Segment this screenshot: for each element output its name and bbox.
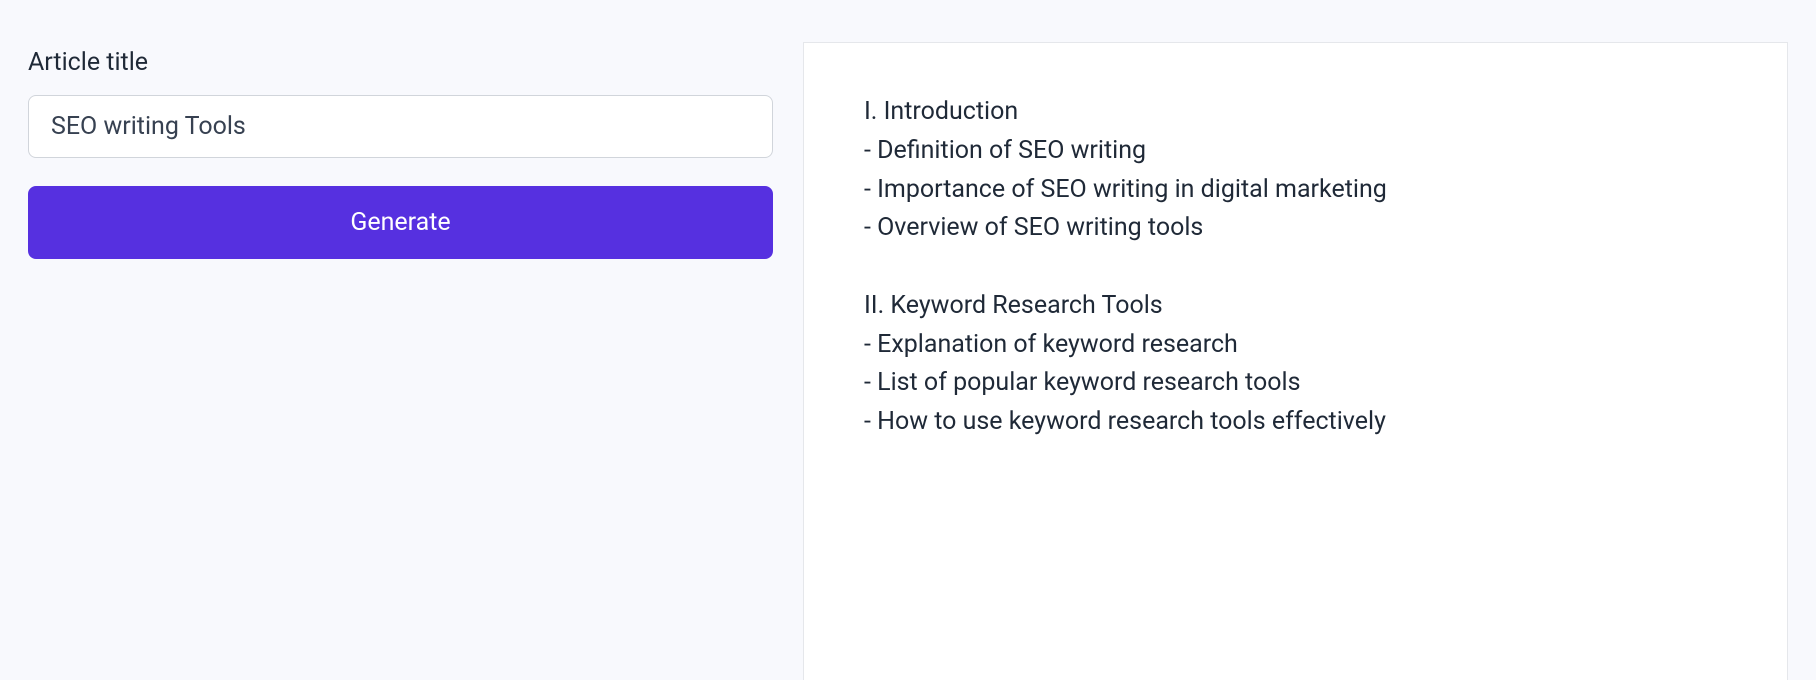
article-title-label: Article title: [28, 48, 773, 77]
output-panel: I. Introduction - Definition of SEO writ…: [803, 42, 1788, 680]
article-title-input[interactable]: [28, 95, 773, 158]
generate-button[interactable]: Generate: [28, 186, 773, 259]
outline-text: I. Introduction - Definition of SEO writ…: [864, 93, 1727, 442]
main-container: Article title Generate I. Introduction -…: [0, 0, 1816, 680]
input-panel: Article title Generate: [28, 48, 773, 680]
